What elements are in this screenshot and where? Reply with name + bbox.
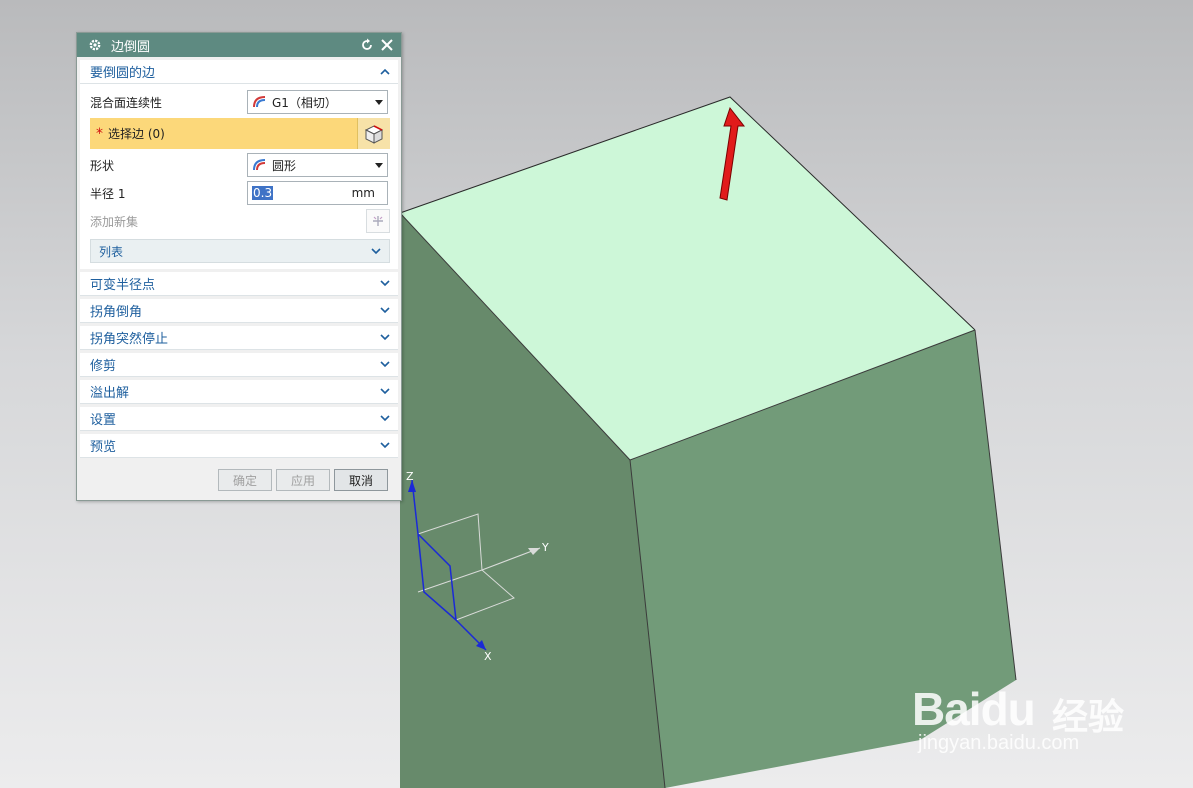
section-corner-setback[interactable]: 拐角倒角	[80, 299, 398, 323]
section-trim[interactable]: 修剪	[80, 353, 398, 377]
add-new-set-icon[interactable]	[366, 209, 390, 233]
blend-continuity-dropdown[interactable]: G1（相切）	[247, 90, 388, 114]
blend-continuity-row: 混合面连续性 G1（相切）	[90, 88, 390, 116]
ok-button[interactable]: 确定	[218, 469, 272, 491]
circular-shape-icon	[252, 157, 268, 174]
cancel-button[interactable]: 取消	[334, 469, 388, 491]
dialog-footer: 确定 应用 取消	[77, 460, 401, 500]
triad-y-label: Y	[541, 541, 549, 554]
tangent-continuity-icon	[252, 94, 268, 111]
apply-button[interactable]: 应用	[276, 469, 330, 491]
watermark-brand: Baidu	[912, 683, 1036, 735]
edge-blend-dialog: 边倒圆 要倒圆的边 混合面连续性 G1（相切） * 选择边 (0) 形状 圆形 …	[76, 32, 402, 501]
section-label: 拐角突然停止	[90, 332, 169, 347]
section-variable-radius-points[interactable]: 可变半径点	[80, 272, 398, 296]
add-new-set-label: 添加新集	[90, 214, 139, 229]
triad-z-label: Z	[406, 470, 414, 483]
dialog-title: 边倒圆	[111, 39, 151, 55]
section-label: 可变半径点	[90, 278, 156, 293]
section-label: 要倒圆的边	[90, 66, 156, 81]
shape-dropdown[interactable]: 圆形	[247, 153, 388, 177]
section-label: 溢出解	[90, 386, 130, 401]
triad-x-label: X	[484, 650, 492, 663]
shape-value: 圆形	[272, 158, 297, 173]
chevron-down-icon[interactable]	[378, 277, 392, 291]
section-preview[interactable]: 预览	[80, 434, 398, 458]
required-mark: *	[96, 125, 103, 142]
shape-row: 形状 圆形	[90, 151, 390, 179]
chevron-down-icon[interactable]	[369, 244, 383, 258]
chevron-down-icon[interactable]	[378, 385, 392, 399]
section-stop-short-of-corner[interactable]: 拐角突然停止	[80, 326, 398, 350]
section-label: 拐角倒角	[90, 305, 143, 320]
select-edge-label: 选择边 (0)	[108, 127, 165, 141]
select-edge-cube-icon[interactable]	[357, 118, 390, 149]
radius-input[interactable]: 0.3 mm	[247, 181, 388, 205]
shape-label: 形状	[90, 158, 115, 173]
section-settings[interactable]: 设置	[80, 407, 398, 431]
radius-row: 半径 1 0.3 mm	[90, 179, 390, 207]
chevron-up-icon[interactable]	[378, 65, 392, 79]
section-overflow-resolution[interactable]: 溢出解	[80, 380, 398, 404]
baidu-jingyan-watermark: Baidu 经验 jingyan.baidu.com	[912, 662, 1182, 762]
chevron-down-icon[interactable]	[378, 304, 392, 318]
watermark-url: jingyan.baidu.com	[918, 732, 1080, 754]
list-subsection[interactable]: 列表	[90, 239, 390, 263]
chevron-down-icon[interactable]	[378, 412, 392, 426]
radius-value[interactable]: 0.3	[252, 186, 274, 200]
chevron-down-icon[interactable]	[378, 331, 392, 345]
radius-label: 半径 1	[90, 186, 126, 201]
gear-icon[interactable]	[87, 37, 103, 53]
section-edges-to-blend[interactable]: 要倒圆的边	[80, 60, 398, 84]
close-icon[interactable]	[379, 37, 395, 53]
chevron-down-icon[interactable]	[378, 439, 392, 453]
section-label: 修剪	[90, 359, 117, 374]
blend-continuity-label: 混合面连续性	[90, 95, 163, 110]
section-edges-body: 混合面连续性 G1（相切） * 选择边 (0) 形状 圆形 半径 1 0.3 m…	[80, 84, 398, 269]
dropdown-arrow-icon[interactable]	[375, 99, 383, 105]
add-new-set-row: 添加新集	[90, 207, 390, 235]
dialog-titlebar[interactable]: 边倒圆	[77, 33, 401, 57]
select-edge-row[interactable]: * 选择边 (0)	[90, 118, 390, 149]
radius-unit: mm	[351, 186, 375, 200]
dropdown-arrow-icon[interactable]	[375, 162, 383, 168]
list-label: 列表	[99, 244, 124, 259]
reset-icon[interactable]	[359, 37, 375, 53]
section-label: 预览	[90, 440, 117, 455]
chevron-down-icon[interactable]	[378, 358, 392, 372]
blend-continuity-value: G1（相切）	[272, 95, 337, 110]
section-label: 设置	[90, 413, 117, 428]
